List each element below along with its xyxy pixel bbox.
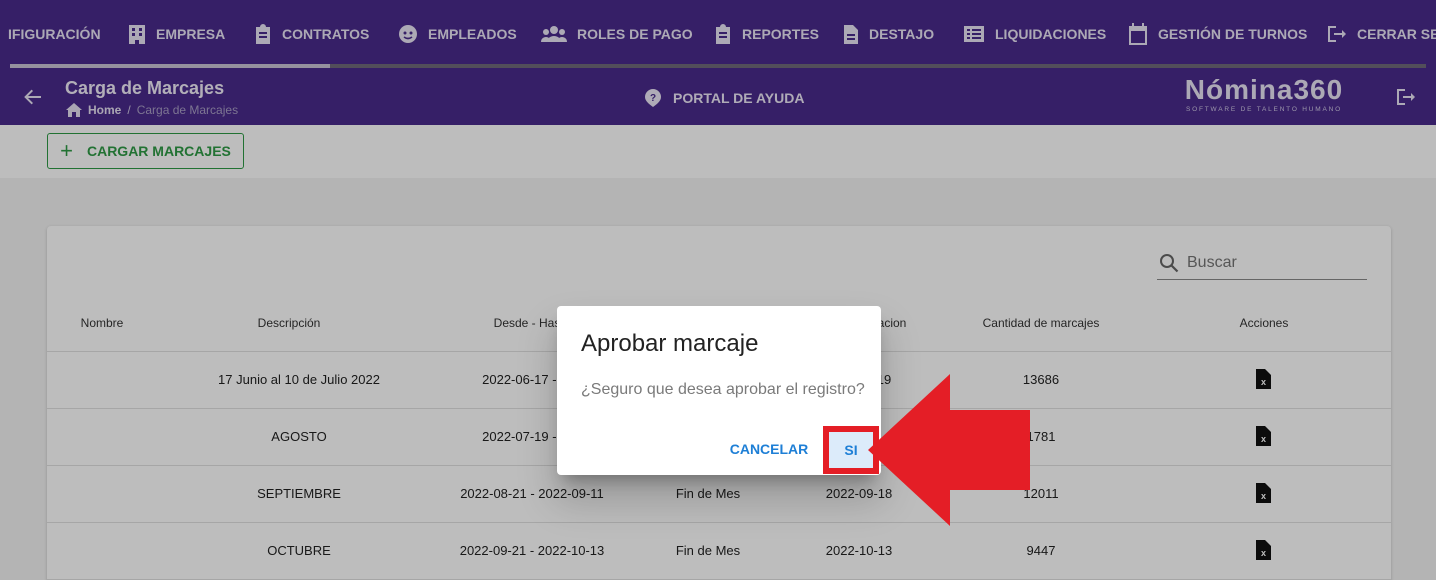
modal-backdrop[interactable] <box>0 0 1436 580</box>
dialog-title: Aprobar marcaje <box>581 330 759 357</box>
cancel-button[interactable]: CANCELAR <box>725 432 813 466</box>
dialog-message: ¿Seguro que desea aprobar el registro? <box>581 381 865 398</box>
approve-dialog: Aprobar marcaje ¿Seguro que desea aproba… <box>557 306 881 475</box>
red-arrow-annotation <box>868 374 1030 526</box>
